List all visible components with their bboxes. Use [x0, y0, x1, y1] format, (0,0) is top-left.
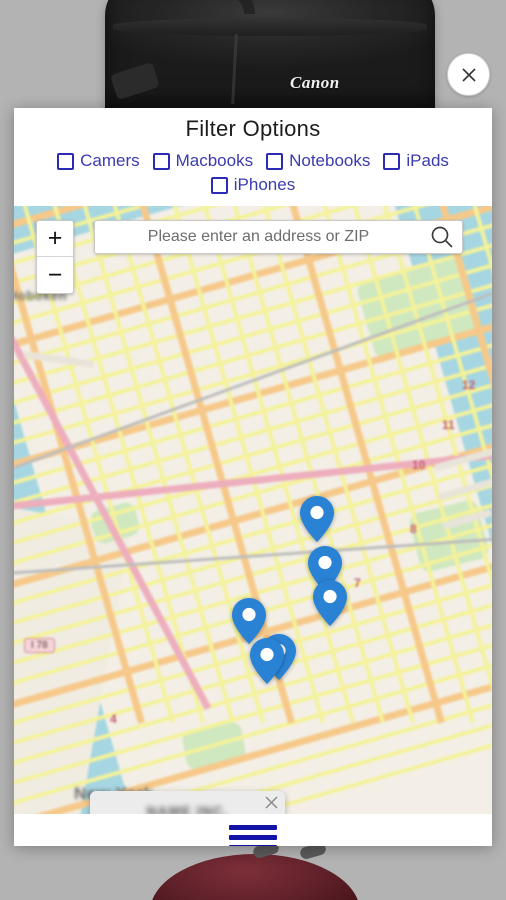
hamburger-bar-1	[229, 824, 277, 830]
checkbox-macbooks[interactable]	[152, 152, 170, 170]
filter-row-2: iPhones	[24, 173, 482, 197]
checkbox-ipads[interactable]	[383, 152, 401, 170]
filter-label-macbooks: Macbooks	[175, 151, 254, 170]
store-name: NAME INC.	[146, 803, 229, 814]
store-locator-map[interactable]: I 78 12 11 10 8 7 4 Hoboken New York + −	[14, 206, 492, 814]
map-road-number-11: 11	[442, 418, 455, 432]
camera-bag-strap-clip	[110, 61, 160, 101]
filter-label-notebooks: Notebooks	[289, 151, 371, 170]
search-button[interactable]	[422, 224, 462, 250]
map-marker[interactable]	[313, 580, 347, 626]
checkbox-iphones[interactable]	[210, 176, 228, 194]
maroon-product-detail-right	[298, 844, 328, 861]
map-marker[interactable]	[250, 638, 284, 684]
hamburger-bar-2	[229, 834, 277, 840]
filter-label-iphones: iPhones	[233, 175, 296, 194]
address-search-input[interactable]	[95, 228, 422, 246]
checkbox-camers[interactable]	[57, 152, 75, 170]
background-product-photo-bottom	[0, 844, 506, 900]
camera-bag-image: Canon	[105, 0, 435, 115]
map-road-number-8: 8	[410, 522, 417, 536]
filter-item-notebooks[interactable]: Notebooks	[266, 151, 370, 171]
map-road-number-12: 12	[462, 378, 476, 392]
hamburger-menu-icon[interactable]	[229, 824, 277, 846]
map-pin-icon	[313, 580, 347, 626]
map-zoom-out-button[interactable]: −	[37, 257, 73, 293]
camera-bag-lid	[113, 18, 427, 36]
map-search-box	[94, 220, 463, 254]
filter-item-iphones[interactable]: iPhones	[210, 175, 296, 195]
store-info-popup: NAME INC. 30 MULBERRY ST. Get Directions	[90, 791, 285, 814]
map-highway-shield: I 78	[24, 638, 55, 653]
filter-options-title: Filter Options	[185, 116, 321, 141]
checkbox-notebooks[interactable]	[266, 152, 284, 170]
filter-options-rows: Camers Macbooks Notebooks iPads iPhones	[14, 149, 492, 197]
maroon-product-image	[150, 854, 360, 900]
filter-label-ipads: iPads	[406, 151, 449, 170]
modal-footer	[14, 814, 492, 846]
filter-item-macbooks[interactable]: Macbooks	[152, 151, 254, 171]
close-modal-button[interactable]	[447, 53, 490, 96]
map-road-number-7: 7	[354, 576, 361, 590]
map-zoom-controls: + −	[36, 220, 74, 294]
map-street-grid	[14, 206, 492, 814]
background-product-photo-top: Canon	[0, 0, 506, 118]
map-road-number-10: 10	[412, 458, 426, 472]
filter-item-ipads[interactable]: iPads	[383, 151, 449, 171]
filter-label-camers: Camers	[80, 151, 140, 170]
camera-bag-brand-text: Canon	[290, 73, 340, 92]
close-icon	[461, 67, 476, 82]
map-tiles: I 78 12 11 10 8 7 4 Hoboken New York	[14, 206, 492, 814]
store-locator-modal: Filter Options Camers Macbooks Notebooks	[14, 108, 492, 846]
app-root: Canon Filter Options Camers Macbooks Not…	[0, 0, 506, 900]
map-road-number-4: 4	[110, 712, 117, 726]
camera-bag-seam	[231, 33, 238, 105]
map-zoom-in-button[interactable]: +	[37, 221, 73, 257]
map-pin-icon	[250, 638, 284, 684]
filter-item-camers[interactable]: Camers	[57, 151, 140, 171]
map-pin-icon	[300, 496, 334, 542]
filter-options-header: Filter Options Camers Macbooks Notebooks	[14, 108, 492, 206]
filter-row-1: Camers Macbooks Notebooks iPads	[24, 149, 482, 173]
hamburger-bar-3	[229, 844, 277, 846]
search-icon	[431, 226, 453, 248]
map-marker[interactable]	[300, 496, 334, 542]
camera-bag-handle	[143, 0, 255, 14]
